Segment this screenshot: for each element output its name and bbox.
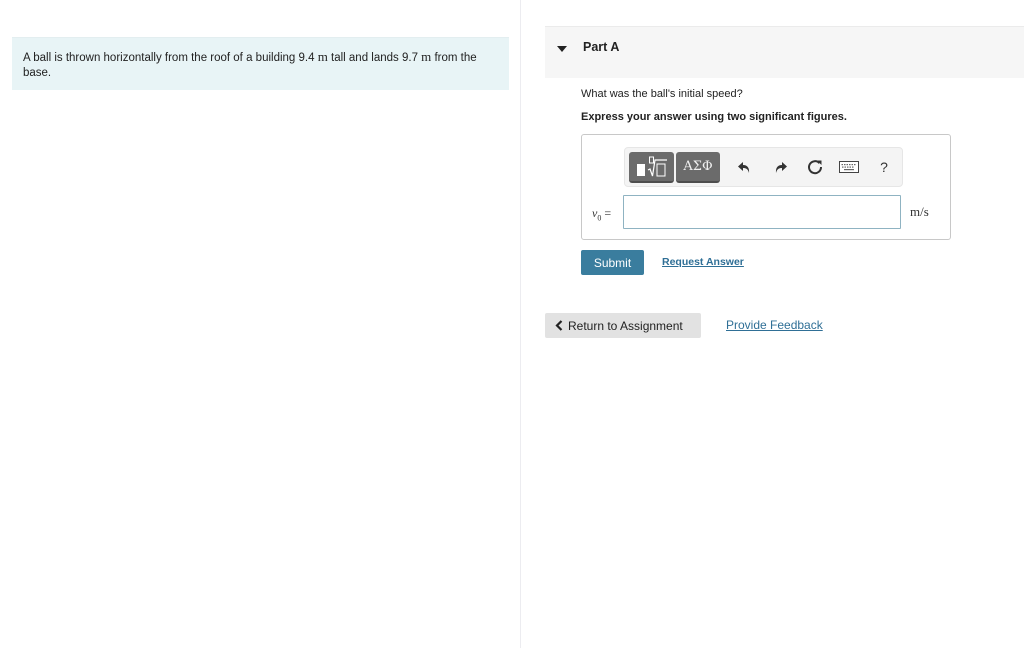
problem-text-middle: tall and lands 9.7	[327, 52, 422, 64]
reset-icon	[808, 160, 823, 175]
keyboard-icon	[839, 161, 859, 173]
problem-unit-height: m	[317, 49, 328, 64]
equals-sign: =	[604, 206, 612, 220]
greek-symbols-button[interactable]: ΑΣΦ	[676, 152, 720, 183]
problem-unit-distance: m	[421, 49, 432, 64]
instruction-text: Express your answer using two significan…	[581, 111, 847, 123]
answer-box: ΑΣΦ ? v0 = m/s	[581, 134, 951, 240]
submit-button[interactable]: Submit	[581, 250, 644, 275]
question-text: What was the ball's initial speed?	[581, 88, 743, 100]
collapse-toggle[interactable]	[557, 44, 569, 54]
answer-input[interactable]	[623, 195, 901, 229]
templates-sqrt-icon	[636, 156, 667, 176]
reset-button[interactable]	[804, 156, 826, 178]
part-a-header[interactable]: Part A	[545, 26, 1024, 78]
math-toolbar: ΑΣΦ ?	[624, 147, 903, 187]
problem-statement: A ball is thrown horizontally from the r…	[12, 37, 509, 90]
provide-feedback-link[interactable]: Provide Feedback	[726, 318, 823, 332]
return-label: Return to Assignment	[568, 318, 683, 333]
redo-button[interactable]	[769, 156, 791, 178]
answer-unit: m/s	[910, 204, 929, 219]
chevron-left-icon	[555, 320, 563, 331]
undo-button[interactable]	[734, 156, 756, 178]
templates-button[interactable]	[629, 152, 674, 183]
help-button[interactable]: ?	[873, 156, 895, 178]
greek-symbols-label: ΑΣΦ	[683, 159, 713, 174]
variable-subscript: 0	[597, 213, 602, 223]
caret-down-icon	[557, 46, 567, 52]
help-icon: ?	[880, 159, 888, 175]
answer-variable-label: v0 =	[592, 206, 611, 222]
part-column: Part A What was the ball's initial speed…	[522, 0, 1024, 648]
keyboard-button[interactable]	[838, 156, 860, 178]
return-to-assignment-button[interactable]: Return to Assignment	[545, 313, 701, 338]
problem-text-before: A ball is thrown horizontally from the r…	[23, 52, 318, 64]
redo-icon	[775, 162, 787, 173]
part-title: Part A	[583, 40, 620, 54]
request-answer-link[interactable]: Request Answer	[662, 256, 744, 268]
problem-column: A ball is thrown horizontally from the r…	[0, 0, 521, 648]
page: A ball is thrown horizontally from the r…	[0, 0, 1024, 648]
undo-icon	[738, 162, 750, 173]
